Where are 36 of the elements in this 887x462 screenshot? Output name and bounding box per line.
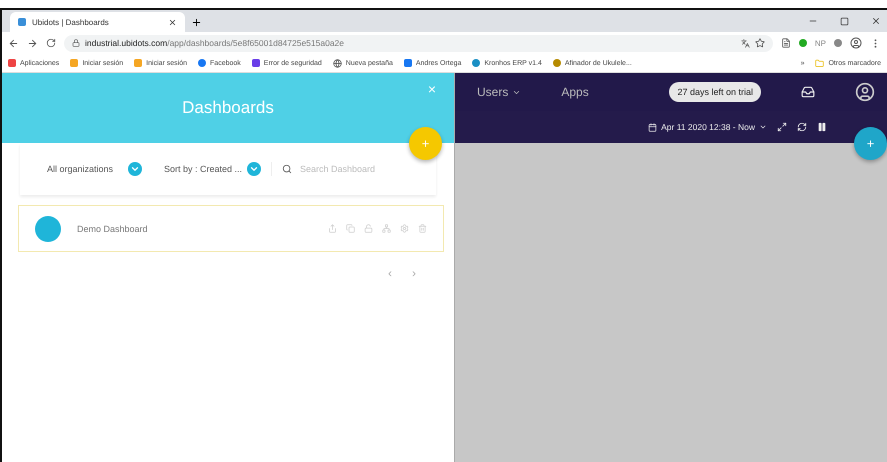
maximize-icon[interactable] xyxy=(840,16,849,26)
extension-icon[interactable] xyxy=(834,39,842,47)
caret-icon xyxy=(759,123,767,131)
close-icon[interactable] xyxy=(168,18,177,26)
star-icon[interactable] xyxy=(754,38,765,48)
browser-tab[interactable]: Ubidots | Dashboards xyxy=(10,12,185,32)
dropdown-icon xyxy=(247,162,261,176)
search-icon xyxy=(282,164,292,174)
calendar-icon xyxy=(648,122,658,132)
close-icon[interactable] xyxy=(871,16,881,26)
back-icon[interactable] xyxy=(8,38,19,48)
refresh-icon[interactable] xyxy=(797,122,807,132)
nav-item[interactable]: Apps xyxy=(561,85,589,99)
tab-favicon-icon xyxy=(18,18,26,26)
address-bar[interactable]: industrial.ubidots.com/app/dashboards/5e8f65001d84725e515a0a2e xyxy=(64,34,773,52)
pause-icon[interactable] xyxy=(817,122,827,132)
reload-icon[interactable] xyxy=(46,38,56,48)
dashboard-name: Demo Dashboard xyxy=(77,224,149,234)
profile-extension[interactable]: NP xyxy=(814,38,826,48)
lock-icon xyxy=(72,39,80,47)
avatar-icon[interactable] xyxy=(850,37,862,49)
extension-icon[interactable] xyxy=(798,39,807,47)
translate-icon[interactable] xyxy=(740,38,750,48)
dropdown-icon xyxy=(128,162,142,176)
expand-icon[interactable] xyxy=(777,122,787,132)
filter-dropdown[interactable]: All organizations xyxy=(20,162,152,176)
inbox-icon[interactable] xyxy=(801,85,815,99)
date-range-picker[interactable]: Apr 11 2020 12:38 - Now xyxy=(648,122,767,132)
nav-item[interactable]: Users xyxy=(477,85,522,99)
panel-title: Dashboards xyxy=(182,98,274,118)
folder-icon xyxy=(815,58,824,68)
forward-icon[interactable] xyxy=(27,38,38,48)
document-icon[interactable] xyxy=(780,38,791,48)
filter-dropdown[interactable]: Sort by : Created ... xyxy=(152,162,272,176)
new-tab-icon[interactable] xyxy=(191,17,202,28)
trial-badge: 27 days left on trial xyxy=(669,82,761,102)
